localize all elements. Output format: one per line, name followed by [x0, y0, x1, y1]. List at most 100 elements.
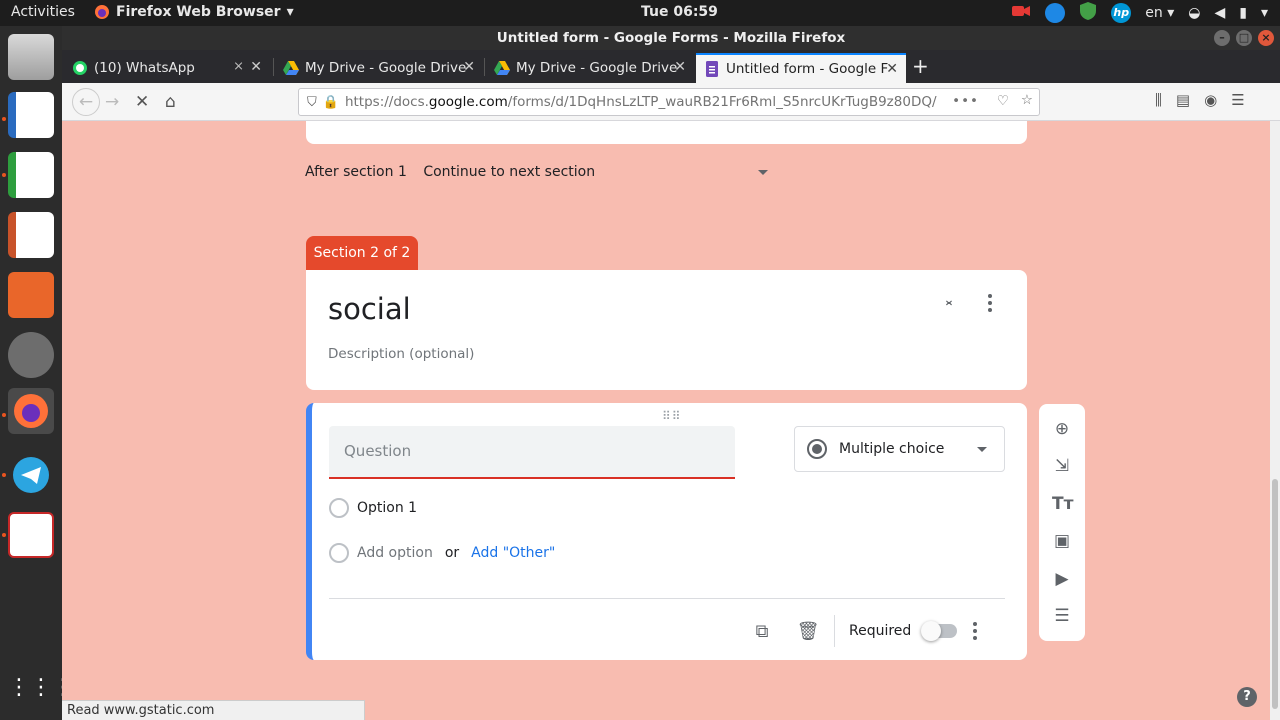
- chevron-down-icon[interactable]: ▾: [1261, 5, 1268, 21]
- wifi-icon[interactable]: ◒: [1188, 5, 1200, 21]
- muted-speaker-icon[interactable]: ⨯: [233, 59, 244, 74]
- add-section-icon[interactable]: ☰: [1052, 606, 1072, 626]
- tab-google-drive-1[interactable]: My Drive - Google Drive ✕: [275, 53, 483, 83]
- scrollbar[interactable]: [1270, 121, 1280, 720]
- help-icon[interactable]: ?: [1237, 687, 1257, 707]
- option-radio-icon: [329, 498, 349, 518]
- close-tab-icon[interactable]: ✕: [463, 59, 475, 75]
- required-toggle[interactable]: [921, 621, 958, 641]
- window-title-bar: Untitled form - Google Forms - Mozilla F…: [62, 26, 1280, 50]
- tracking-shield-icon[interactable]: ⛉: [307, 95, 317, 110]
- telegram-icon[interactable]: [8, 452, 54, 498]
- battery-icon[interactable]: ▮: [1239, 5, 1247, 21]
- section-description-input[interactable]: Description (optional): [328, 346, 474, 362]
- required-label: Required: [849, 623, 912, 639]
- google-drive-icon: [494, 60, 510, 76]
- delete-icon[interactable]: 🗑: [796, 621, 820, 642]
- tab-separator: [484, 58, 485, 76]
- section-header-card[interactable]: social Description (optional) ⌄ ⌃: [306, 270, 1027, 390]
- new-tab-button[interactable]: +: [912, 54, 929, 78]
- radio-button-icon: [807, 439, 827, 459]
- question-more-icon[interactable]: [973, 622, 978, 640]
- section-more-icon[interactable]: [988, 294, 992, 312]
- lock-icon[interactable]: 🔒: [323, 95, 339, 110]
- tab-google-drive-2[interactable]: My Drive - Google Drive ✕: [486, 53, 694, 83]
- add-other-link[interactable]: Add "Other": [471, 545, 555, 561]
- volume-icon[interactable]: ◀: [1214, 5, 1225, 21]
- settings-tools-icon[interactable]: [8, 332, 54, 378]
- add-option-input[interactable]: Add option: [357, 545, 433, 561]
- software-center-icon[interactable]: [8, 272, 54, 318]
- close-tab-icon[interactable]: ✕: [674, 59, 686, 75]
- library-icon[interactable]: ⫼: [1155, 91, 1162, 109]
- system-tray: hp en ▾ ◒ ◀ ▮ ▾: [1011, 2, 1268, 24]
- hp-icon[interactable]: hp: [1111, 3, 1132, 23]
- calendar-icon[interactable]: [1045, 3, 1066, 23]
- running-indicator: [2, 413, 6, 417]
- running-indicator: [2, 533, 6, 537]
- camera-icon[interactable]: [1011, 3, 1031, 23]
- page-actions-icon[interactable]: •••: [946, 93, 979, 109]
- add-image-icon[interactable]: ▣: [1052, 531, 1072, 551]
- clock[interactable]: Tue 06:59: [641, 4, 718, 20]
- section-title[interactable]: social: [328, 292, 411, 326]
- tab-google-forms[interactable]: Untitled form - Google F ✕: [696, 53, 906, 83]
- tab-bar: (10) WhatsApp ⨯ ✕ My Drive - Google Driv…: [62, 50, 1280, 83]
- dropdown-arrow-icon[interactable]: [758, 170, 768, 175]
- activities-button[interactable]: Activities: [11, 4, 75, 20]
- scrollbar-thumb[interactable]: [1272, 479, 1278, 709]
- page-content: After section 1 Continue to next section…: [62, 121, 1280, 720]
- add-title-icon[interactable]: Tт: [1052, 494, 1073, 514]
- address-bar[interactable]: ⛉ 🔒 https://docs. google.com/forms/d/1DqH…: [298, 88, 1040, 116]
- show-apps-icon[interactable]: ⋮⋮⋮: [8, 666, 74, 712]
- running-indicator: [2, 117, 6, 121]
- duplicate-icon[interactable]: ⧉: [750, 621, 774, 642]
- tab-whatsapp[interactable]: (10) WhatsApp ⨯ ✕: [64, 53, 270, 83]
- hamburger-menu-icon[interactable]: ☰: [1231, 91, 1244, 109]
- import-questions-icon[interactable]: ⇲: [1052, 456, 1072, 476]
- document-viewer-icon[interactable]: [8, 512, 54, 558]
- question-card[interactable]: ⠿⠿ Question Multiple choice Option 1 Add…: [306, 403, 1027, 660]
- sidebar-icon[interactable]: ▤: [1176, 91, 1190, 109]
- question-input[interactable]: Question: [329, 426, 735, 479]
- close-tab-icon[interactable]: ✕: [250, 59, 262, 75]
- add-question-icon[interactable]: ⊕: [1052, 419, 1072, 439]
- shield-icon[interactable]: [1079, 1, 1097, 25]
- floating-toolbar: ⊕ ⇲ Tт ▣ ▶ ☰: [1039, 404, 1085, 641]
- collapse-section-icon[interactable]: ⌄ ⌃: [942, 293, 956, 315]
- after-section-label: After section 1: [305, 164, 407, 180]
- navigation-toolbar: ← → ✕ ⌂ ⛉ 🔒 https://docs. google.com/form…: [62, 83, 1280, 121]
- question-type-label: Multiple choice: [839, 441, 945, 457]
- section-tab: Section 2 of 2: [306, 236, 418, 270]
- impress-icon[interactable]: [8, 212, 54, 258]
- whatsapp-icon: [72, 60, 88, 76]
- language-indicator[interactable]: en ▾: [1145, 5, 1174, 21]
- app-menu[interactable]: Firefox Web Browser ▾: [94, 4, 294, 20]
- bookmark-star-icon[interactable]: ☆: [1020, 92, 1033, 108]
- or-label: or: [444, 545, 460, 561]
- files-icon[interactable]: [8, 34, 54, 80]
- firefox-icon[interactable]: [8, 388, 54, 434]
- writer-icon[interactable]: [8, 92, 54, 138]
- window-title: Untitled form - Google Forms - Mozilla F…: [496, 30, 846, 46]
- url-host: google.com: [428, 94, 508, 110]
- option-row: Option 1: [329, 498, 417, 518]
- close-tab-icon[interactable]: ✕: [886, 61, 898, 77]
- option-1-input[interactable]: Option 1: [357, 500, 417, 516]
- home-button[interactable]: ⌂: [165, 92, 176, 112]
- add-video-icon[interactable]: ▶: [1052, 569, 1072, 589]
- stop-loading-button[interactable]: ✕: [135, 92, 149, 112]
- maximize-button[interactable]: □: [1236, 30, 1252, 46]
- tab-label: Untitled form - Google F: [726, 61, 889, 77]
- calc-icon[interactable]: [8, 152, 54, 198]
- drag-handle-icon[interactable]: ⠿⠿: [662, 409, 682, 423]
- back-button[interactable]: ←: [72, 88, 100, 116]
- after-section-select[interactable]: Continue to next section: [423, 164, 595, 180]
- question-type-select[interactable]: Multiple choice: [794, 426, 1005, 472]
- close-window-button[interactable]: ×: [1258, 30, 1274, 46]
- pocket-icon[interactable]: ♡: [996, 93, 1009, 109]
- app-menu-label: Firefox Web Browser: [116, 4, 281, 20]
- minimize-button[interactable]: –: [1214, 30, 1230, 46]
- account-icon[interactable]: ◉: [1204, 91, 1217, 109]
- forward-button[interactable]: →: [105, 92, 119, 112]
